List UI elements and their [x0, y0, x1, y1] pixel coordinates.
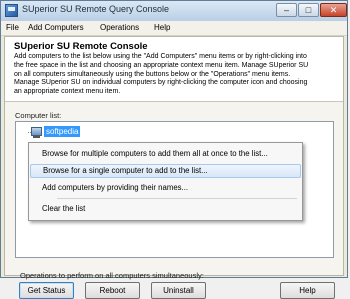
- ctx-browse-single[interactable]: Browse for a single computer to add to t…: [30, 164, 301, 178]
- app-icon: [5, 4, 18, 17]
- info-header: SUperior SU Remote Console Add computers…: [5, 37, 343, 102]
- menu-add-computers[interactable]: Add Computers: [25, 22, 87, 34]
- computer-item-label[interactable]: softpedia: [44, 126, 81, 137]
- help-button[interactable]: Help: [280, 282, 335, 299]
- uninstall-button[interactable]: Uninstall: [151, 282, 206, 299]
- get-status-button[interactable]: Get Status: [19, 282, 74, 299]
- computer-list-label: Computer list:: [15, 111, 62, 120]
- window-title: SUperior SU Remote Query Console: [22, 4, 170, 14]
- description-line: Manage SUperior SU on individual compute…: [14, 79, 308, 87]
- close-button[interactable]: ✕: [320, 3, 347, 17]
- description-line: Add computers to the list below using th…: [14, 53, 307, 60]
- ctx-clear-list[interactable]: Clear the list: [30, 202, 301, 216]
- menu-operations[interactable]: Operations: [97, 22, 142, 34]
- description-line: the free space in the list and choosing …: [14, 61, 309, 69]
- ctx-add-by-name[interactable]: Add computers by providing their names..…: [30, 181, 301, 195]
- menu-bar: File Add Computers Operations Help: [1, 21, 347, 36]
- console-description: Add computers to the list below using th…: [14, 53, 336, 97]
- menu-file[interactable]: File: [3, 22, 22, 34]
- ctx-browse-multiple[interactable]: Browse for multiple computers to add the…: [30, 147, 301, 161]
- console-title: SUperior SU Remote Console: [14, 41, 148, 52]
- description-line: on all computers simultaneously using th…: [14, 70, 291, 78]
- maximize-button[interactable]: □: [298, 3, 319, 17]
- menu-help[interactable]: Help: [151, 22, 173, 34]
- app-window: SUperior SU Remote Query Console – □ ✕ F…: [0, 0, 348, 299]
- title-bar[interactable]: SUperior SU Remote Query Console – □ ✕: [1, 1, 347, 22]
- operations-label: Operations to perform on all computers s…: [20, 271, 204, 280]
- description-line: an appropriate context menu item.: [14, 88, 121, 96]
- menu-separator: [57, 198, 297, 199]
- computer-icon[interactable]: [31, 127, 42, 138]
- context-menu: Browse for multiple computers to add the…: [28, 142, 303, 221]
- minimize-button[interactable]: –: [276, 3, 297, 17]
- reboot-button[interactable]: Reboot: [85, 282, 140, 299]
